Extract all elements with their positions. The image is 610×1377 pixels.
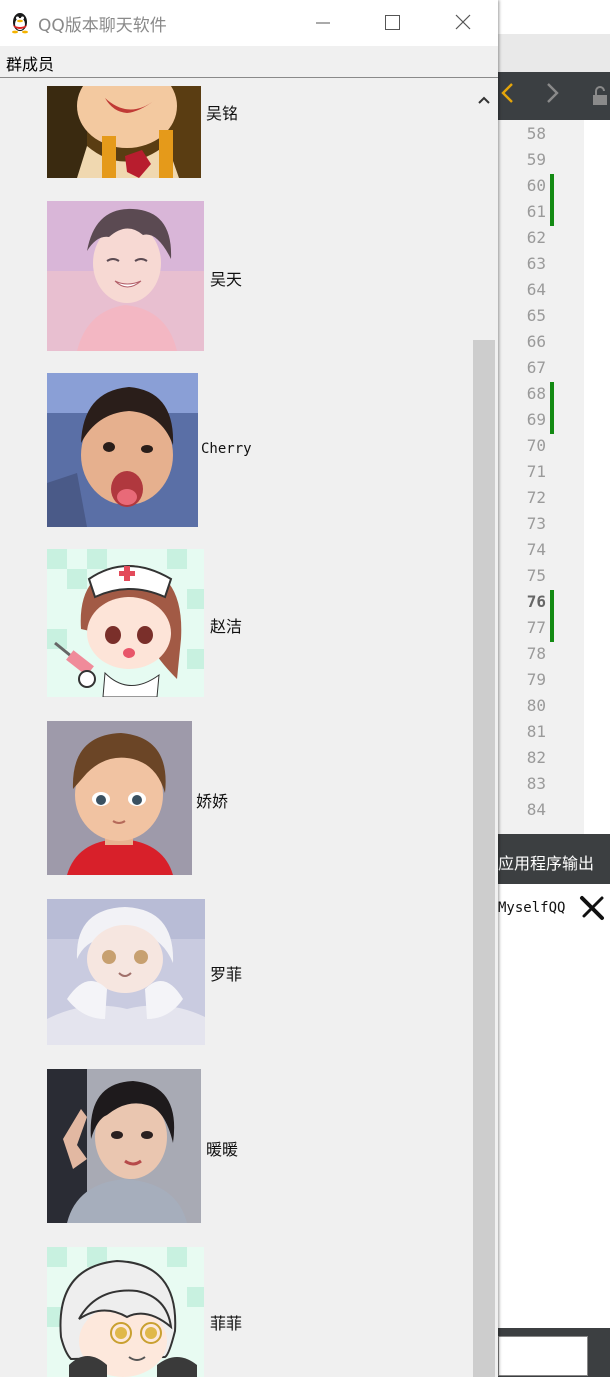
member-item[interactable]: 吴天 <box>47 201 267 351</box>
line-number: 61 <box>526 202 546 221</box>
avatar <box>47 549 204 697</box>
window-title: QQ版本聊天软件 <box>38 16 167 36</box>
ide-title-area <box>498 0 610 34</box>
back-arrow-icon[interactable] <box>500 82 514 104</box>
member-item[interactable]: 娇娇 <box>47 721 267 875</box>
member-item[interactable]: 吴铭 <box>47 86 267 178</box>
line-number: 62 <box>526 228 546 247</box>
line-number: 78 <box>526 644 546 663</box>
output-app-name: MyselfQQ <box>498 900 566 916</box>
avatar <box>47 1247 204 1377</box>
line-number: 73 <box>526 514 546 533</box>
menubar: 群成员 <box>0 46 498 78</box>
change-marker <box>550 590 554 642</box>
line-number: 76 <box>526 592 546 611</box>
member-name: 赵洁 <box>210 617 243 636</box>
vertical-scrollbar[interactable] <box>472 86 496 1377</box>
member-list[interactable]: 吴铭 吴天 Cherry 赵洁 娇娇 罗菲 暖暖 菲菲 <box>0 78 498 1377</box>
line-number: 80 <box>526 696 546 715</box>
line-number: 81 <box>526 722 546 741</box>
line-number: 70 <box>526 436 546 455</box>
avatar <box>47 201 204 351</box>
line-number: 74 <box>526 540 546 559</box>
scroll-up-arrow-icon[interactable] <box>476 92 492 108</box>
avatar <box>47 1069 201 1223</box>
line-number: 83 <box>526 774 546 793</box>
line-number: 68 <box>526 384 546 403</box>
line-number: 75 <box>526 566 546 585</box>
line-number: 59 <box>526 150 546 169</box>
change-marker <box>550 174 554 226</box>
avatar <box>47 86 201 178</box>
member-item[interactable]: 菲菲 <box>47 1247 267 1377</box>
minimize-button[interactable] <box>288 0 358 46</box>
output-panel-title[interactable]: 应用程序输出 <box>498 850 594 874</box>
maximize-button[interactable] <box>358 0 428 46</box>
member-item[interactable]: Cherry <box>47 373 267 527</box>
scrollbar-thumb[interactable] <box>473 340 495 1377</box>
line-number: 72 <box>526 488 546 507</box>
menu-group-members[interactable]: 群成员 <box>6 51 54 75</box>
avatar <box>47 373 198 527</box>
line-number: 82 <box>526 748 546 767</box>
locator-input[interactable] <box>498 1336 588 1376</box>
line-number: 63 <box>526 254 546 273</box>
line-number: 84 <box>526 800 546 819</box>
window-titlebar[interactable]: QQ版本聊天软件 <box>0 0 498 46</box>
member-name: Cherry <box>201 441 252 457</box>
forward-arrow-icon[interactable] <box>546 82 560 104</box>
line-number: 69 <box>526 410 546 429</box>
line-number: 60 <box>526 176 546 195</box>
member-item[interactable]: 罗菲 <box>47 899 267 1045</box>
line-number: 71 <box>526 462 546 481</box>
line-number: 58 <box>526 124 546 143</box>
line-number: 66 <box>526 332 546 351</box>
member-item[interactable]: 赵洁 <box>47 549 267 697</box>
close-output-icon[interactable] <box>578 894 606 922</box>
avatar <box>47 721 192 875</box>
member-item[interactable]: 暖暖 <box>47 1069 267 1223</box>
avatar <box>47 899 205 1045</box>
unlock-icon[interactable] <box>592 86 608 106</box>
line-number: 77 <box>526 618 546 637</box>
member-name: 暖暖 <box>206 1140 239 1159</box>
code-editor[interactable] <box>584 120 610 834</box>
line-number: 64 <box>526 280 546 299</box>
change-marker <box>550 382 554 434</box>
line-number: 65 <box>526 306 546 325</box>
qq-penguin-icon <box>12 13 28 34</box>
output-panel <box>498 884 610 1328</box>
member-name: 吴铭 <box>206 104 239 123</box>
line-number: 79 <box>526 670 546 689</box>
member-name: 菲菲 <box>210 1314 243 1333</box>
member-name: 娇娇 <box>196 792 229 811</box>
member-name: 吴天 <box>210 270 243 289</box>
line-number: 67 <box>526 358 546 377</box>
close-button[interactable] <box>428 0 498 46</box>
ide-menubar: 控件(W) 帮 <box>498 34 610 101</box>
member-name: 罗菲 <box>210 965 243 984</box>
qq-member-window: QQ版本聊天软件 群成员 吴铭 吴天 Cherry 赵洁 娇娇 罗菲 暖暖 菲菲 <box>0 0 498 1377</box>
